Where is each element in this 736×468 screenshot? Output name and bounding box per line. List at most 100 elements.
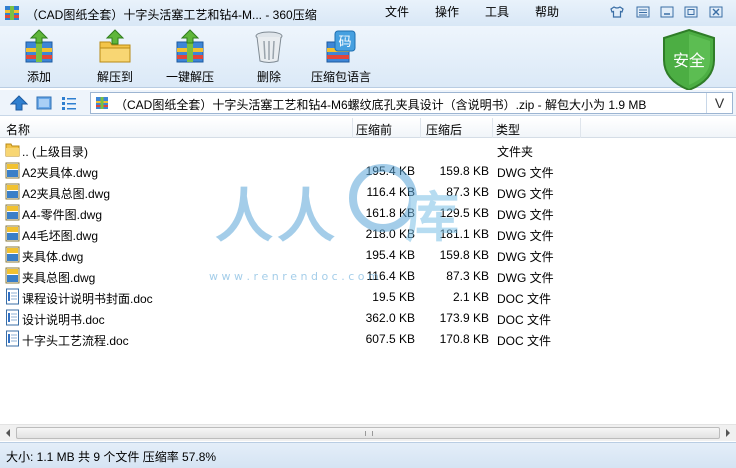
doc-file-icon (6, 330, 19, 347)
up-arrow-icon[interactable] (10, 95, 28, 111)
list-item[interactable]: A2夹具体.dwg 195.4 KB 159.8 KB DWG 文件 (0, 160, 736, 181)
menu-help[interactable]: 帮助 (522, 4, 572, 20)
menu-file[interactable]: 文件 (372, 4, 422, 20)
title-bar: （CAD图纸全套）十字头活塞工艺和钻4-M... - 360压缩 文件 操作 工… (0, 0, 736, 26)
one-click-extract-icon (176, 29, 204, 63)
lang-glyph: 码 (338, 35, 351, 50)
arrow-left-icon (6, 429, 10, 437)
list-item[interactable]: A4毛坯图.dwg 218.0 KB 181.1 KB DWG 文件 (0, 223, 736, 244)
list-item[interactable]: 夹具体.dwg 195.4 KB 159.8 KB DWG 文件 (0, 244, 736, 265)
one-click-extract-button[interactable]: 一键解压 (166, 28, 214, 86)
horizontal-scrollbar[interactable] (0, 424, 736, 441)
column-size[interactable]: 压缩前 (356, 121, 392, 138)
file-size: 19.5 KB (372, 290, 415, 304)
trash-can-icon (255, 31, 283, 63)
address-path: （CAD图纸全套）十字头活塞工艺和钻4-M6螺纹底孔夹具设计（含说明书）.zip… (115, 98, 647, 112)
list-item[interactable]: A4-零件图.dwg 161.8 KB 129.5 KB DWG 文件 (0, 202, 736, 223)
file-type: DWG 文件 (497, 271, 554, 285)
column-divider[interactable] (580, 118, 581, 138)
column-divider[interactable] (352, 118, 353, 138)
file-packed-size: 173.9 KB (439, 311, 489, 325)
archive-language-icon: 码 (326, 30, 356, 63)
file-type: DWG 文件 (497, 166, 554, 180)
extract-to-button[interactable]: 解压到 (97, 28, 133, 86)
status-text: 大小: 1.1 MB 共 9 个文件 压缩率 57.8% (6, 450, 217, 464)
file-type: DOC 文件 (497, 313, 552, 327)
address-bar: （CAD图纸全套）十字头活塞工艺和钻4-M6螺纹底孔夹具设计（含说明书）.zip… (0, 90, 736, 116)
list-item[interactable]: 课程设计说明书封面.doc 19.5 KB 2.1 KB DOC 文件 (0, 286, 736, 307)
grip-icon (365, 431, 373, 436)
column-divider[interactable] (420, 118, 421, 138)
main-menu-button[interactable] (632, 2, 654, 22)
add-label: 添加 (26, 70, 51, 84)
file-name: 十字头工艺流程.doc (22, 334, 129, 348)
file-name: A2夹具体.dwg (22, 166, 99, 180)
chevron-down-icon: V (714, 95, 725, 111)
list-item[interactable]: 十字头工艺流程.doc 607.5 KB 170.8 KB DOC 文件 (0, 328, 736, 349)
column-type[interactable]: 类型 (496, 121, 520, 138)
list-item-parent[interactable]: .. (上级目录) 文件夹 (0, 139, 736, 160)
file-list: .. (上级目录) 文件夹 A2夹具体.dwg 195.4 KB 159.8 K… (0, 139, 736, 423)
window-title: （CAD图纸全套）十字头活塞工艺和钻4-M... - 360压缩 (26, 8, 317, 22)
menu-bar: 文件 操作 工具 帮助 (372, 4, 572, 20)
close-button[interactable] (705, 2, 727, 22)
menu-operation[interactable]: 操作 (422, 4, 472, 20)
file-size: 218.0 KB (365, 227, 415, 241)
delete-button[interactable]: 删除 (252, 28, 286, 86)
column-name[interactable]: 名称 (6, 121, 30, 138)
doc-file-icon (6, 309, 19, 326)
doc-file-icon (6, 288, 19, 305)
dwg-file-icon (5, 246, 20, 263)
file-type: DWG 文件 (497, 208, 554, 222)
file-packed-size: 2.1 KB (452, 290, 489, 304)
address-dropdown[interactable]: V (706, 93, 732, 113)
shirt-icon (610, 6, 624, 18)
scroll-left-button[interactable] (1, 427, 15, 439)
file-packed-size: 129.5 KB (439, 206, 489, 220)
delete-label: 删除 (256, 70, 281, 84)
large-icon-view-icon[interactable] (35, 95, 53, 111)
minimize-button[interactable] (656, 2, 678, 22)
scroll-thumb[interactable] (16, 427, 720, 439)
close-icon (709, 6, 723, 18)
file-type: DWG 文件 (497, 250, 554, 264)
list-view-icon[interactable] (60, 95, 78, 111)
arrow-right-icon (726, 429, 730, 437)
file-name: 夹具总图.dwg (22, 271, 96, 285)
file-name: A4毛坯图.dwg (22, 229, 99, 243)
archive-language-button[interactable]: 码 压缩包语言 (311, 28, 371, 86)
menu-tools[interactable]: 工具 (472, 4, 522, 20)
file-size: 195.4 KB (365, 164, 415, 178)
file-size: 116.4 KB (366, 185, 415, 199)
list-item[interactable]: 夹具总图.dwg 116.4 KB 87.3 KB DWG 文件 (0, 265, 736, 286)
file-packed-size: 159.8 KB (439, 248, 489, 262)
file-name: A4-零件图.dwg (22, 208, 103, 222)
file-packed-size: 159.8 KB (439, 164, 489, 178)
list-item[interactable]: 设计说明书.doc 362.0 KB 173.9 KB DOC 文件 (0, 307, 736, 328)
security-shield[interactable]: 安全 (660, 28, 718, 92)
list-item[interactable]: A2夹具总图.dwg 116.4 KB 87.3 KB DWG 文件 (0, 181, 736, 202)
file-packed-size: 181.1 KB (439, 227, 489, 241)
menu-lines-icon (636, 6, 650, 18)
file-size: 607.5 KB (365, 332, 415, 346)
scroll-right-button[interactable] (721, 427, 735, 439)
dwg-file-icon (5, 183, 20, 200)
file-type: 文件夹 (497, 145, 534, 159)
extract-to-folder-icon (99, 29, 131, 63)
archive-app-icon (5, 6, 19, 20)
dwg-file-icon (5, 225, 20, 242)
zip-file-icon (96, 97, 108, 109)
one-click-extract-label: 一键解压 (166, 70, 215, 84)
skin-button[interactable] (606, 2, 628, 22)
column-divider[interactable] (492, 118, 493, 138)
column-packed[interactable]: 压缩后 (426, 121, 462, 138)
dwg-file-icon (5, 204, 20, 221)
maximize-icon (684, 6, 698, 18)
file-type: DWG 文件 (497, 187, 554, 201)
file-size: 161.8 KB (365, 206, 415, 220)
address-field[interactable]: （CAD图纸全套）十字头活塞工艺和钻4-M6螺纹底孔夹具设计（含说明书）.zip… (90, 92, 733, 114)
folder-icon (5, 143, 20, 157)
maximize-button[interactable] (680, 2, 702, 22)
add-button[interactable]: 添加 (22, 28, 56, 86)
file-packed-size: 170.8 KB (439, 332, 489, 346)
